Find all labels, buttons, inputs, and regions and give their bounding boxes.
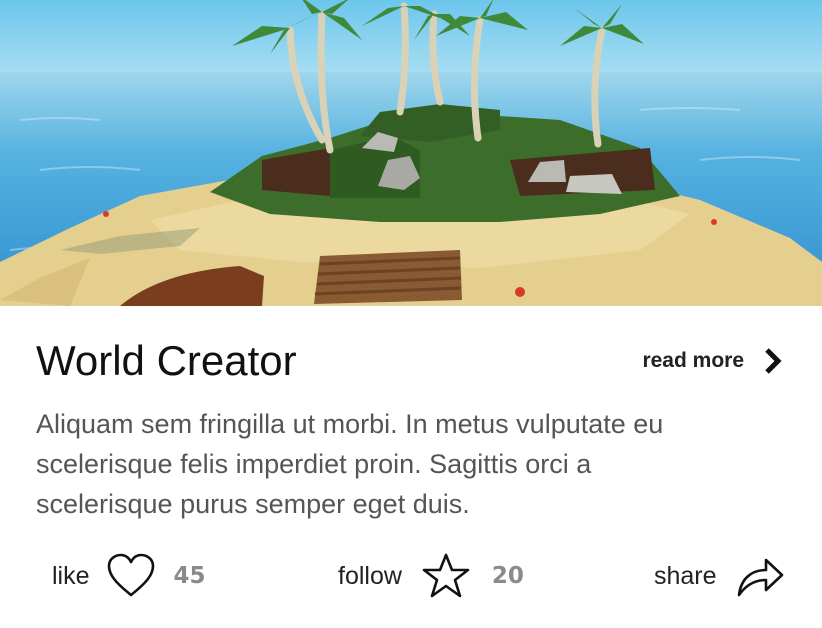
star-icon	[420, 550, 472, 602]
heart-icon	[106, 551, 156, 601]
follow-button[interactable]: follow 20	[338, 548, 524, 604]
share-button[interactable]: share	[654, 548, 785, 604]
title-row: World Creator read more	[36, 336, 786, 386]
follow-label: follow	[338, 561, 402, 590]
action-bar: like 45 follow 20 share	[0, 548, 822, 604]
follow-count: 20	[491, 563, 524, 589]
share-arrow-icon	[735, 551, 785, 601]
island-illustration	[0, 0, 822, 306]
like-button[interactable]: like 45	[52, 548, 206, 604]
hero-image-island	[0, 0, 822, 306]
read-more-link[interactable]: read more	[642, 344, 786, 378]
share-label: share	[654, 561, 717, 590]
chevron-right-icon	[760, 344, 786, 378]
read-more-label: read more	[642, 349, 744, 372]
content-card: World Creator read more Aliquam sem frin…	[0, 0, 822, 628]
card-title: World Creator	[36, 337, 297, 384]
card-description: Aliquam sem fringilla ut morbi. In metus…	[36, 409, 664, 519]
like-label: like	[52, 561, 90, 590]
like-count: 45	[173, 563, 206, 589]
